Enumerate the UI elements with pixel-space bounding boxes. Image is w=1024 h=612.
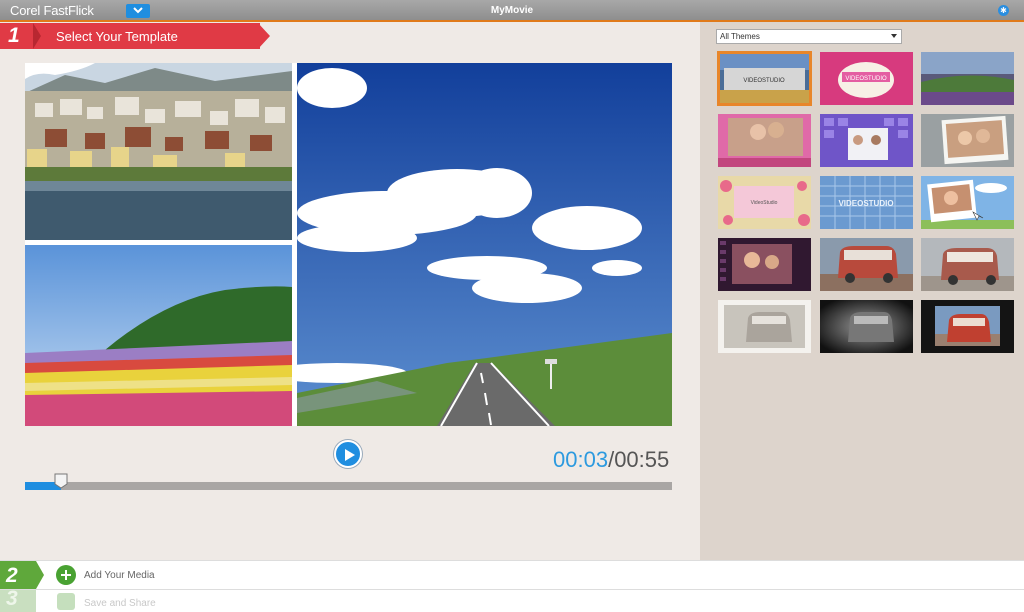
flower-field-photo (25, 245, 292, 426)
current-time: 00:03 (553, 447, 609, 472)
step2-number: 2 (6, 564, 18, 587)
theme-thumb-van-framed-light[interactable] (718, 300, 811, 353)
step2-row[interactable]: 2 Add Your Media (0, 560, 1024, 589)
theme-thumb-sky-polaroid[interactable] (921, 176, 1014, 229)
theme-thumb-filmstrip-family[interactable] (718, 238, 811, 291)
town-lake-photo (25, 63, 292, 240)
time-display: 00:03/00:55 (553, 447, 669, 473)
step3-label[interactable]: Save and Share (84, 598, 156, 609)
theme-filter-value: All Themes (720, 32, 760, 41)
scrubber-handle[interactable] (54, 473, 68, 489)
playback-timeline[interactable] (25, 482, 672, 490)
road-sky-photo (297, 63, 672, 426)
theme-thumb-couple-polaroid[interactable] (921, 114, 1014, 167)
theme-thumb-purple-landscape[interactable] (921, 52, 1014, 105)
thumb-caption: VideoStudio (751, 200, 778, 206)
title-bar: Corel FastFlick MyMovie ✱ (0, 0, 1024, 22)
play-button[interactable] (334, 440, 362, 468)
dropdown-arrow-icon (891, 34, 897, 38)
thumb-caption: VIDEOSTUDIO (845, 76, 887, 82)
step1-number: 1 (8, 24, 20, 47)
project-name: MyMovie (490, 5, 534, 16)
step1-header: 1 Select Your Template (0, 23, 270, 49)
step1-label: Select Your Template (56, 29, 178, 44)
theme-filter-dropdown[interactable]: All Themes (716, 29, 902, 44)
theme-thumb-van-sunset[interactable] (820, 238, 913, 291)
theme-thumb-van-grey[interactable] (921, 238, 1014, 291)
theme-thumb-van-red-dark[interactable] (921, 300, 1014, 353)
theme-thumb-videostudio-blue-tiles[interactable]: VIDEOSTUDIO (820, 176, 913, 229)
step3-number: 3 (6, 587, 18, 610)
add-media-icon[interactable] (56, 565, 76, 585)
step2-label[interactable]: Add Your Media (84, 570, 155, 581)
template-preview (25, 63, 672, 426)
theme-thumb-videostudio-pink-banner[interactable]: VIDEOSTUDIO (820, 52, 913, 105)
theme-thumb-videostudio-classic[interactable]: VIDEOSTUDIO (717, 51, 812, 106)
save-share-icon[interactable] (57, 593, 75, 610)
theme-thumb-floral-frame[interactable]: VideoStudio (718, 176, 811, 229)
step3-row[interactable]: 3 Save and Share (0, 587, 1024, 612)
total-time: 00:55 (614, 447, 670, 472)
theme-thumb-romance-couple-pink[interactable] (718, 114, 811, 167)
thumb-caption: VIDEOSTUDIO (838, 199, 893, 208)
theme-thumb-purple-grid-people[interactable] (820, 114, 913, 167)
thumb-caption: VIDEOSTUDIO (743, 78, 785, 84)
play-icon (345, 449, 355, 461)
globe-help-icon[interactable]: ✱ (998, 5, 1009, 16)
theme-thumb-van-spotlight-dark[interactable] (820, 300, 913, 353)
